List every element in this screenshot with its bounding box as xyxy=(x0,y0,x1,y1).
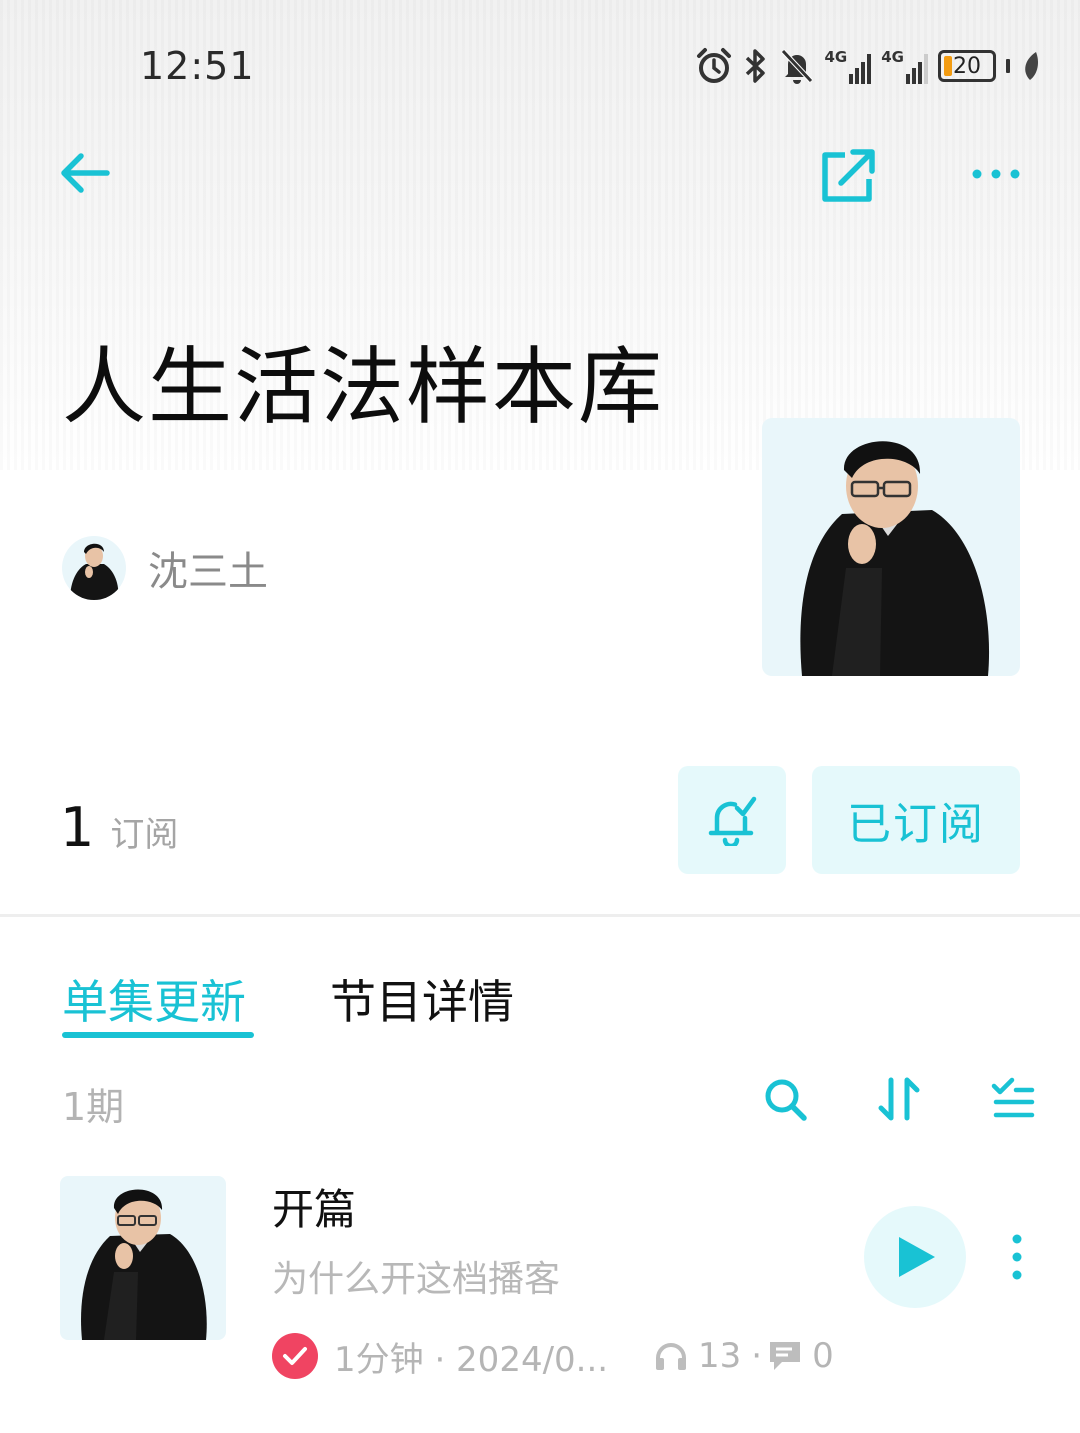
author-row[interactable]: 沈三土 xyxy=(62,536,268,600)
subscriber-label: 订阅 xyxy=(110,815,179,855)
sort-button[interactable] xyxy=(872,1072,926,1126)
played-check-icon xyxy=(272,1333,318,1379)
active-tab-indicator xyxy=(62,1032,254,1038)
more-horizontal-icon xyxy=(972,169,1020,179)
podcast-title: 人生活法样本库 xyxy=(62,338,665,436)
subscribed-button[interactable]: 已订阅 xyxy=(812,766,1020,874)
bell-muted-icon xyxy=(780,49,813,84)
back-button[interactable] xyxy=(54,142,116,204)
cellular-signal-1: 4G xyxy=(825,48,872,84)
episode-count: 1期 xyxy=(62,1085,125,1129)
notification-bell-button[interactable] xyxy=(678,766,786,874)
network-type-1: 4G xyxy=(824,48,848,66)
battery-level: 20 xyxy=(953,53,981,79)
comment-count: 0 xyxy=(768,1336,834,1376)
comment-icon xyxy=(770,1342,801,1370)
share-button[interactable] xyxy=(812,140,884,212)
episode-title[interactable]: 开篇 xyxy=(272,1176,356,1237)
subscriber-count: 1 xyxy=(60,796,95,859)
headphones-icon xyxy=(656,1343,686,1370)
play-icon xyxy=(899,1237,935,1277)
bluetooth-icon xyxy=(745,49,765,83)
sort-icon xyxy=(878,1077,920,1121)
cover-photo xyxy=(762,418,1020,676)
arrow-left-icon xyxy=(61,153,110,193)
episode-cover[interactable] xyxy=(60,1176,226,1340)
episode-meta: 1分钟 · 2024/0... 13 · 0 xyxy=(272,1332,834,1380)
battery-icon: 20 xyxy=(938,50,996,82)
play-count-value: 13 xyxy=(698,1336,742,1376)
alarm-icon xyxy=(696,48,731,83)
play-count: 13 · xyxy=(654,1336,762,1376)
checklist-icon xyxy=(991,1077,1035,1118)
share-external-icon xyxy=(822,149,875,202)
episode-duration-date: 1分钟 · 2024/0... xyxy=(334,1339,609,1380)
episode-description: 为什么开这档播客 xyxy=(272,1259,561,1300)
tab-episode-updates[interactable]: 单集更新 xyxy=(62,966,246,1032)
subscriber-info: 1 订阅 xyxy=(60,796,178,859)
episode-cover-photo xyxy=(60,1176,226,1340)
avatar-photo xyxy=(62,536,126,600)
tab-program-details[interactable]: 节目详情 xyxy=(330,966,514,1032)
search-icon xyxy=(765,1079,807,1121)
search-episodes-button[interactable] xyxy=(758,1072,812,1126)
author-avatar[interactable] xyxy=(62,536,126,600)
leaf-icon xyxy=(1025,52,1038,80)
status-icons: 4G 4G 20 xyxy=(695,44,1041,88)
author-name[interactable]: 沈三土 xyxy=(148,539,268,597)
more-vertical-icon xyxy=(1012,1234,1022,1280)
section-divider xyxy=(0,914,1080,917)
meta-separator: · xyxy=(751,1336,763,1376)
status-time: 12:51 xyxy=(140,44,255,88)
more-button[interactable] xyxy=(960,150,1032,198)
episode-more-button[interactable] xyxy=(1000,1230,1034,1284)
batch-manage-button[interactable] xyxy=(986,1072,1040,1126)
cellular-signal-2: 4G xyxy=(881,48,928,84)
bell-check-icon xyxy=(708,796,757,846)
comment-count-value: 0 xyxy=(812,1336,834,1376)
network-type-2: 4G xyxy=(881,48,904,66)
play-episode-button[interactable] xyxy=(864,1206,966,1308)
podcast-cover[interactable] xyxy=(762,418,1020,676)
